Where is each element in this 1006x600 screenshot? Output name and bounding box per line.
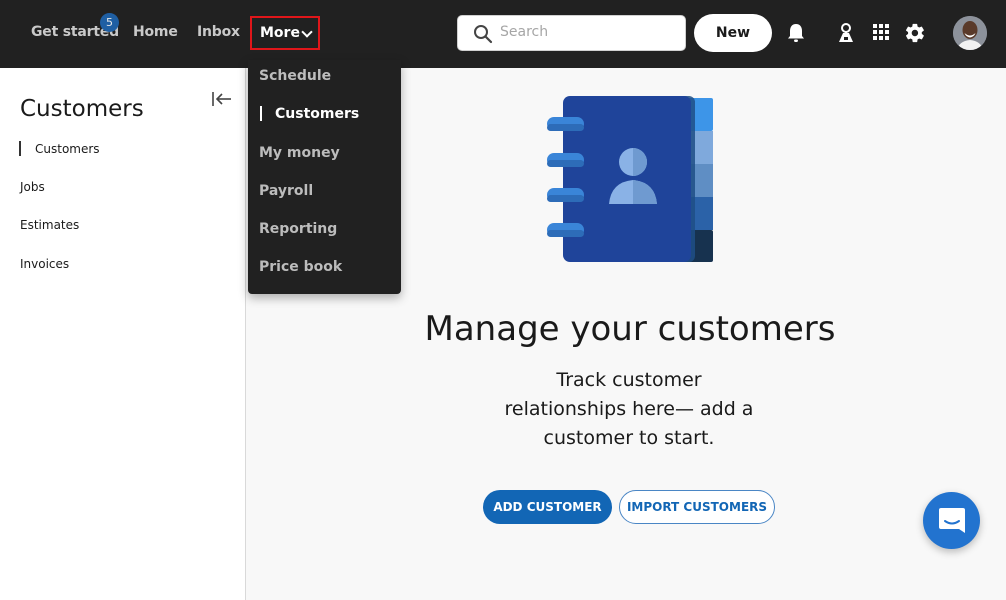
search-box[interactable] [457,15,686,51]
top-navigation-bar: Get started 5 Home Inbox More New [0,0,1006,68]
active-indicator [19,141,21,156]
chat-icon [939,508,965,533]
apps-grid-icon[interactable] [872,22,890,46]
sidebar: Customers Customers Jobs Estimates Invoi… [0,68,246,600]
sidebar-item-jobs[interactable]: Jobs [20,180,45,194]
nav-inbox[interactable]: Inbox [197,24,240,40]
menu-item-reporting[interactable]: Reporting [259,221,337,237]
chevron-down-icon [301,26,313,38]
address-book-illustration [545,94,715,268]
collapse-sidebar-icon[interactable] [211,91,233,111]
chat-support-button[interactable] [923,492,980,549]
empty-state-description: Track customer relationships here— add a… [504,369,754,449]
sidebar-item-invoices[interactable]: Invoices [20,257,69,271]
map-pin-person-icon[interactable] [836,22,856,48]
empty-state-headline: Manage your customers [424,309,836,349]
nav-more-menu-button[interactable]: More [250,16,320,50]
active-indicator [260,106,262,121]
search-input[interactable] [500,24,670,40]
menu-item-customers[interactable]: Customers [275,106,359,122]
more-dropdown-menu: Schedule Customers My money Payroll Repo… [248,60,401,294]
sidebar-item-customers[interactable]: Customers [35,142,100,156]
import-customers-button[interactable]: IMPORT CUSTOMERS [619,490,775,524]
menu-item-price-book[interactable]: Price book [259,259,342,275]
menu-item-my-money[interactable]: My money [259,145,340,161]
gear-icon[interactable] [904,22,926,48]
nav-home[interactable]: Home [133,24,178,40]
bell-icon[interactable] [786,22,806,48]
notification-badge: 5 [100,13,119,32]
nav-more-label: More [260,25,300,41]
new-button[interactable]: New [694,14,772,52]
menu-item-schedule[interactable]: Schedule [259,68,331,84]
sidebar-title: Customers [20,96,144,122]
sidebar-item-estimates[interactable]: Estimates [20,218,79,232]
search-icon [473,24,493,48]
add-customer-button[interactable]: ADD CUSTOMER [483,490,612,524]
user-avatar[interactable] [953,16,987,50]
menu-item-payroll[interactable]: Payroll [259,183,313,199]
